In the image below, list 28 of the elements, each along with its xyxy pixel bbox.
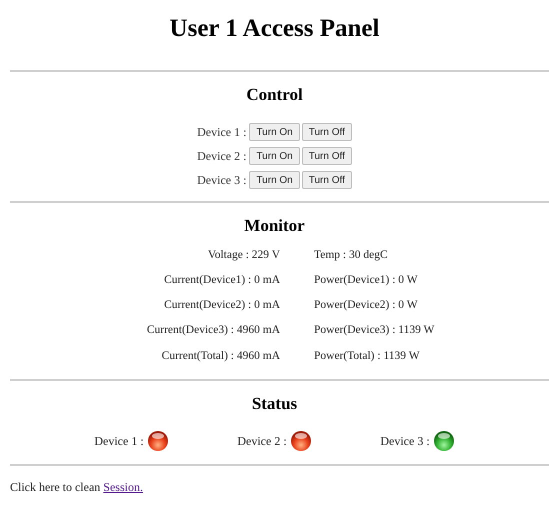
section-heading: Control [246,84,303,106]
device-label: Device 1 : [94,433,144,450]
turn-off-button[interactable]: Turn Off [302,147,352,165]
turn-on-button[interactable]: Turn On [249,171,300,189]
device-label: Device 3 : [380,433,430,450]
footer-text: Click here to clean Session. [10,479,144,496]
reading-text: Power(Device3) : 1139 W [314,323,436,338]
section-heading: Status [252,392,298,415]
reading-text: Power(Device2) : 0 W [314,298,419,313]
device-label: Device 3 : [197,172,246,189]
reading-text: Voltage : 229 V [208,248,280,262]
turn-on-button[interactable]: Turn On [249,147,300,165]
turn-off-button[interactable]: Turn Off [302,123,352,141]
turn-on-button[interactable]: Turn On [249,123,300,141]
reading-text: Power(Total) : 1139 W [314,348,421,364]
reading-text: Temp : 30 degC [314,248,389,262]
device-label: Device 1 : [197,124,246,141]
page-title: User 1 Access Panel [170,14,380,44]
device-label: Device 2 : [197,148,246,165]
turn-off-button[interactable]: Turn Off [302,171,352,189]
reading-text: Current(Device1) : 0 mA [164,272,280,288]
session-link[interactable]: Session. [103,480,143,494]
reading-text: Current(Device2) : 0 mA [164,298,280,313]
device-label: Device 2 : [237,433,287,450]
section-heading: Monitor [244,215,305,237]
reading-text: Current(Total) : 4960 mA [162,348,280,364]
reading-text: Power(Device1) : 0 W [314,272,419,288]
reading-text: Current(Device3) : 4960 mA [146,323,280,338]
